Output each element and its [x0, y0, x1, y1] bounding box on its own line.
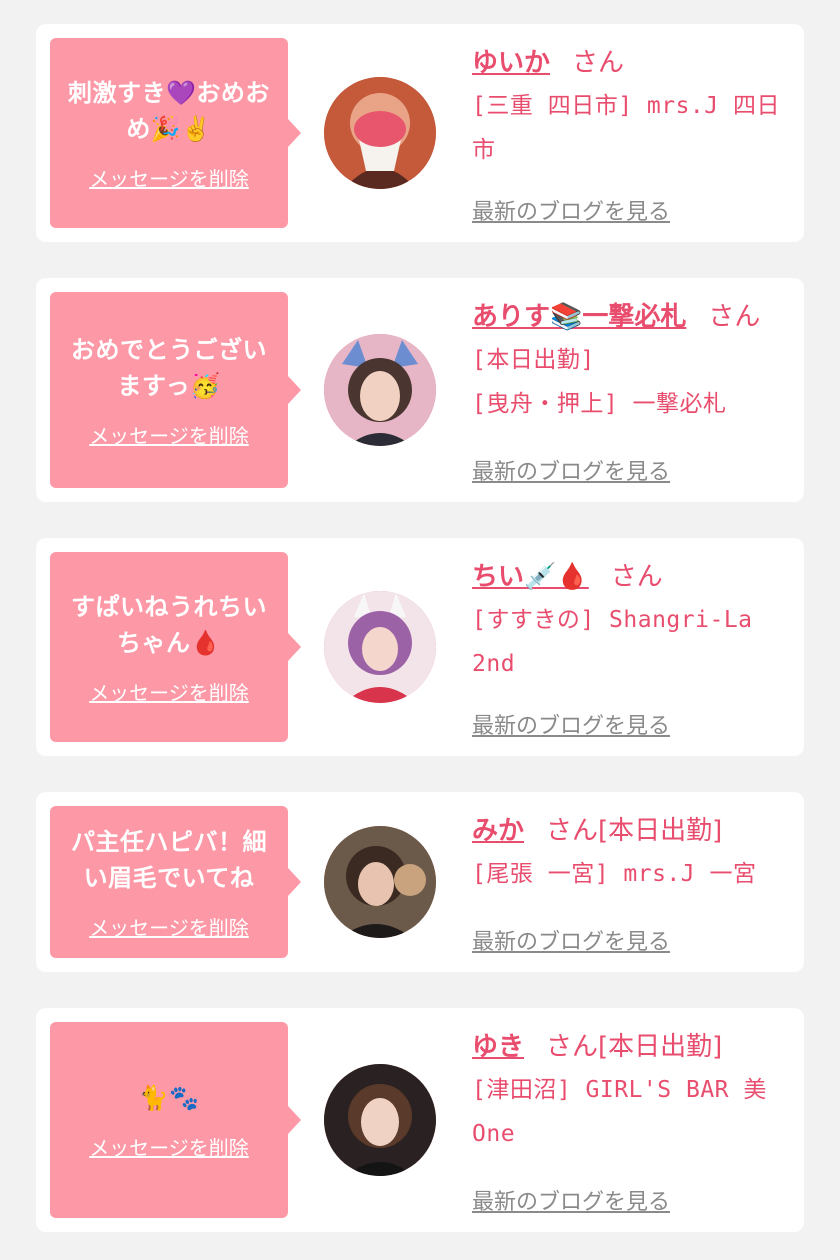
message-bubble: パ主任ハピバ！細い眉毛でいてね メッセージを削除 [50, 806, 301, 958]
honorific: さん [572, 48, 625, 78]
avatar-photo [324, 1064, 436, 1176]
delete-message-link[interactable]: メッセージを削除 [89, 163, 249, 192]
sender-name-link[interactable]: ちい💉🩸 [472, 562, 589, 592]
sender-name-link[interactable]: ありす📚一撃必札 [472, 302, 686, 332]
avatar-photo [324, 334, 436, 446]
latest-blog-link[interactable]: 最新のブログを見る [472, 708, 670, 740]
sender-name-link[interactable]: ゆいか [472, 48, 550, 78]
sender-info: ありす📚一撃必札 さん [本日出勤] [曳舟・押上] 一撃必札 最新のブログを見る [472, 296, 784, 488]
shop-info: [三重 四日市] mrs.J 四日市 [472, 93, 780, 163]
message-card: 刺激すき💜おめおめ🎉✌️ メッセージを削除 ゆいか さん [三重 四日市] mrs… [36, 24, 804, 242]
message-text: 🐈🐾 [138, 1083, 200, 1112]
message-card: おめでとうございますっ🥳 メッセージを削除 ありす📚一撃必札 さん [本日出勤] … [36, 278, 804, 502]
avatar[interactable] [324, 334, 436, 446]
message-text: 刺激すき💜おめおめ🎉✌️ [68, 78, 270, 143]
avatar[interactable] [324, 826, 436, 938]
latest-blog-link[interactable]: 最新のブログを見る [472, 1184, 670, 1216]
shop-info: [津田沼] GIRL'S BAR 美 One [472, 1077, 767, 1147]
message-text: すぱいねうれちいちゃん🩸 [71, 592, 267, 657]
avatar[interactable] [324, 1064, 436, 1176]
delete-message-link[interactable]: メッセージを削除 [89, 912, 249, 941]
shop-info: [尾張 一宮] mrs.J 一宮 [472, 861, 757, 887]
message-bubble: すぱいねうれちいちゃん🩸 メッセージを削除 [50, 552, 301, 742]
sender-name-link[interactable]: みか [472, 816, 524, 846]
avatar-photo [324, 591, 436, 703]
avatar[interactable] [324, 591, 436, 703]
latest-blog-link[interactable]: 最新のブログを見る [472, 924, 670, 956]
shop-info: [すすきの] Shangri-La 2nd [472, 607, 753, 677]
honorific: さん [610, 562, 663, 592]
delete-message-link[interactable]: メッセージを削除 [89, 420, 249, 449]
message-card: 🐈🐾 メッセージを削除 ゆき さん[本日出勤] [津田沼] GIRL'S BAR … [36, 1008, 804, 1232]
sender-info: ちい💉🩸 さん [すすきの] Shangri-La 2nd 最新のブログを見る [472, 556, 784, 742]
sender-info: ゆき さん[本日出勤] [津田沼] GIRL'S BAR 美 One 最新のブログ… [472, 1026, 784, 1218]
message-bubble: おめでとうございますっ🥳 メッセージを削除 [50, 292, 301, 488]
message-bubble: 🐈🐾 メッセージを削除 [50, 1022, 301, 1218]
message-text: おめでとうございますっ🥳 [71, 335, 267, 400]
message-bubble: 刺激すき💜おめおめ🎉✌️ メッセージを削除 [50, 38, 301, 228]
honorific: さん[本日出勤] [546, 816, 723, 846]
sender-info: みか さん[本日出勤] [尾張 一宮] mrs.J 一宮 最新のブログを見る [472, 810, 784, 958]
shop-info: [曳舟・押上] 一撃必札 [472, 391, 727, 417]
avatar-photo [324, 826, 436, 938]
avatar[interactable] [324, 77, 436, 189]
message-card: パ主任ハピバ！細い眉毛でいてね メッセージを削除 みか さん[本日出勤] [尾張 … [36, 792, 804, 972]
sender-info: ゆいか さん [三重 四日市] mrs.J 四日市 最新のブログを見る [472, 42, 784, 228]
avatar-photo [324, 77, 436, 189]
message-text: パ主任ハピバ！細い眉毛でいてね [71, 827, 267, 892]
shop-info: [本日出勤] [472, 347, 595, 373]
honorific: さん[本日出勤] [546, 1032, 723, 1062]
latest-blog-link[interactable]: 最新のブログを見る [472, 454, 670, 486]
delete-message-link[interactable]: メッセージを削除 [89, 1132, 249, 1161]
latest-blog-link[interactable]: 最新のブログを見る [472, 194, 670, 226]
sender-name-link[interactable]: ゆき [472, 1032, 524, 1062]
honorific: さん [708, 302, 761, 332]
message-card: すぱいねうれちいちゃん🩸 メッセージを削除 ちい💉🩸 さん [すすきの] Shan… [36, 538, 804, 756]
message-list: 刺激すき💜おめおめ🎉✌️ メッセージを削除 ゆいか さん [三重 四日市] mrs… [0, 0, 840, 1260]
delete-message-link[interactable]: メッセージを削除 [89, 677, 249, 706]
